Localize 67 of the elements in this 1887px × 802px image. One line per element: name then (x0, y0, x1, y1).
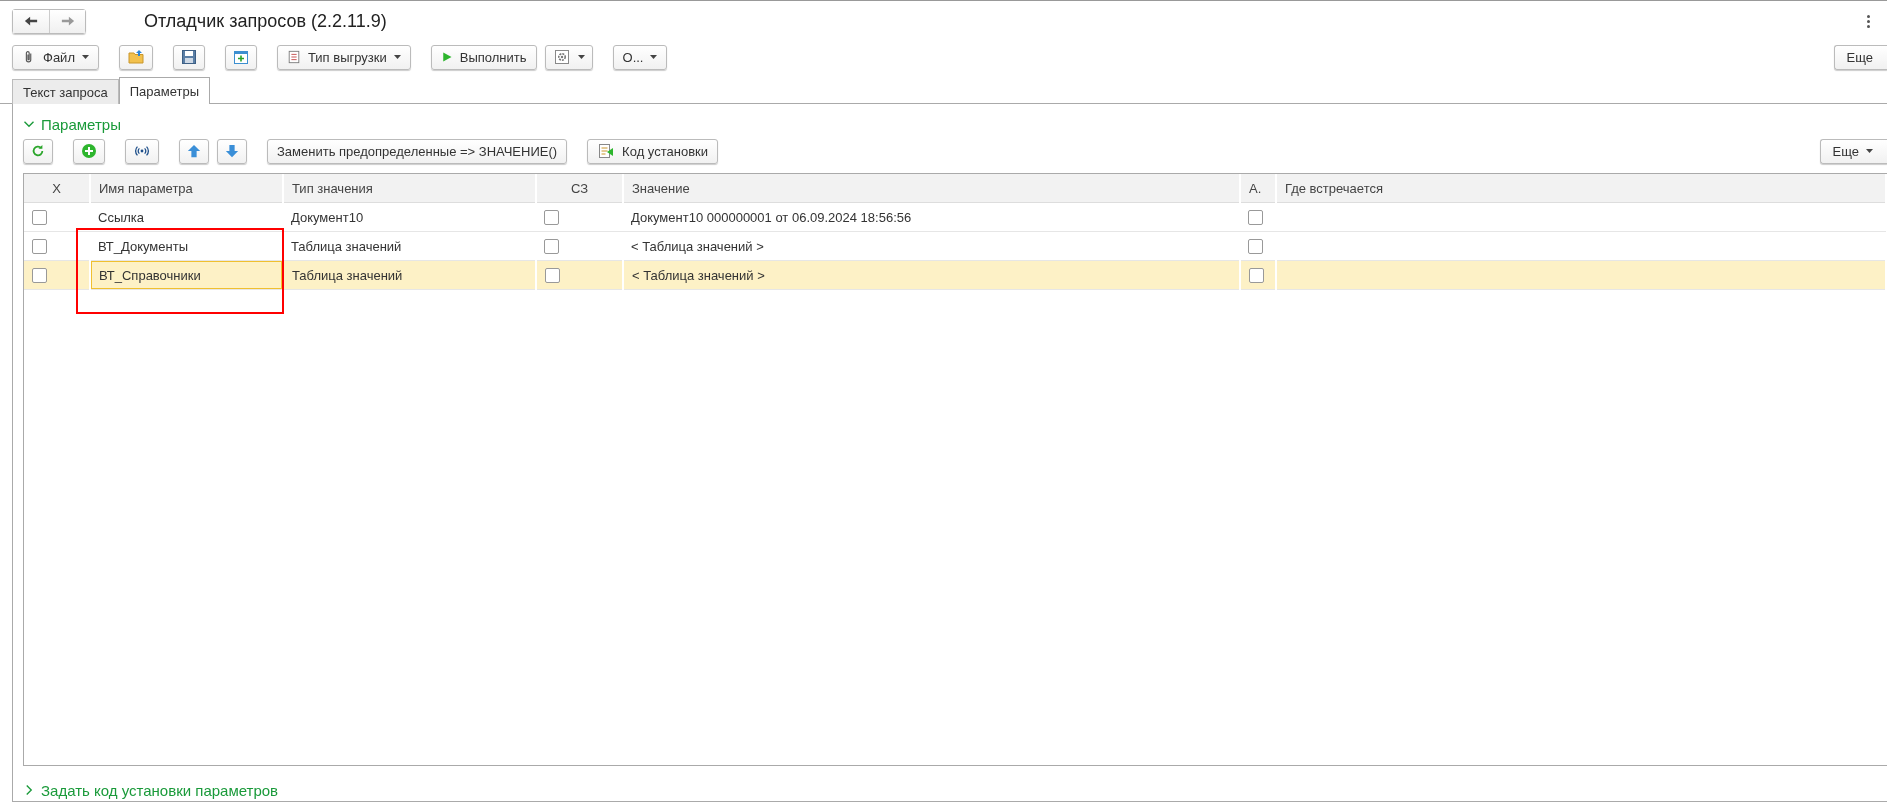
table-cell: Документ10 (283, 202, 536, 232)
icon-button[interactable] (23, 138, 53, 164)
table-cell: < Таблица значений > (623, 231, 1240, 261)
checkbox[interactable] (544, 239, 559, 255)
table-cell: ВТ_Документы (90, 231, 283, 261)
icon-button[interactable] (73, 138, 105, 164)
dropdown-button[interactable]: О... (612, 44, 668, 70)
column-header[interactable]: Где встречается (1276, 174, 1886, 203)
table-cell: ВТ_Справочники (90, 260, 283, 290)
arrow-down-icon (225, 144, 239, 158)
group-header[interactable]: Параметры (23, 113, 121, 135)
arrow-up-icon (187, 144, 201, 158)
table-cell: Документ10 000000001 от 06.09.2024 18:56:56 (623, 202, 1240, 232)
checkbox[interactable] (1248, 239, 1263, 255)
dropdown-button[interactable]: Тип выгрузки (276, 44, 411, 70)
checkbox[interactable] (544, 210, 559, 226)
column-header[interactable]: СЗ (536, 174, 623, 203)
column-header[interactable]: А. (1240, 174, 1276, 203)
refresh-icon (31, 144, 45, 158)
back-button[interactable] (13, 9, 49, 33)
forward-arrow-icon (60, 14, 75, 28)
list-icon (286, 49, 301, 65)
caret-icon (81, 55, 89, 59)
checkbox[interactable] (32, 268, 47, 284)
add-circle-icon (81, 143, 97, 159)
tab[interactable]: Текст запроса (12, 79, 119, 104)
icon-button[interactable] (217, 138, 247, 164)
more-button[interactable]: Еще (1819, 138, 1887, 164)
window-title: Отладчик запросов (2.2.11.9) (144, 10, 388, 32)
table-cell: Ссылка (90, 202, 283, 232)
table-cell: < Таблица значений > (623, 260, 1240, 290)
save-icon (180, 49, 197, 65)
column-header[interactable]: Тип значения (283, 174, 536, 203)
column-header[interactable]: Значение (623, 174, 1240, 203)
play-icon (440, 50, 453, 64)
gear-icon (552, 49, 571, 65)
group-header[interactable]: Задать код установки параметров (23, 779, 279, 801)
dropdown-button[interactable] (544, 44, 593, 70)
more-vertical-icon[interactable] (1867, 14, 1871, 28)
code-icon (597, 143, 616, 159)
checkbox[interactable] (1249, 268, 1264, 284)
toolbar-button[interactable]: Заменить предопределенные => ЗНАЧЕНИЕ() (267, 138, 568, 164)
column-header[interactable]: X (24, 174, 90, 203)
toolbar-button[interactable]: Код установки (587, 138, 718, 164)
back-arrow-icon (24, 14, 38, 28)
caret-icon (577, 55, 585, 59)
column-header[interactable]: Имя параметра (90, 174, 283, 203)
icon-button[interactable] (179, 138, 209, 164)
toolbar-button[interactable]: Выполнить (430, 44, 537, 70)
checkbox[interactable] (545, 268, 560, 284)
table-cell: Таблица значений (283, 231, 536, 261)
caret-icon (1866, 149, 1873, 153)
icon-button[interactable] (125, 138, 159, 164)
signal-icon (133, 144, 151, 158)
checkbox[interactable] (32, 239, 47, 255)
icon-button[interactable] (224, 44, 257, 70)
caret-icon (650, 55, 658, 59)
checkbox[interactable] (32, 210, 47, 226)
folder-icon (126, 49, 145, 65)
checkbox[interactable] (1248, 210, 1263, 226)
caret-icon (393, 55, 401, 59)
table-cell: Таблица значений (283, 260, 536, 290)
dropdown-button[interactable]: Файл (12, 44, 99, 70)
add-window-icon (232, 49, 249, 65)
icon-button[interactable] (172, 44, 205, 70)
tab[interactable]: Параметры (118, 77, 211, 104)
more-button[interactable]: Еще (1833, 44, 1887, 70)
